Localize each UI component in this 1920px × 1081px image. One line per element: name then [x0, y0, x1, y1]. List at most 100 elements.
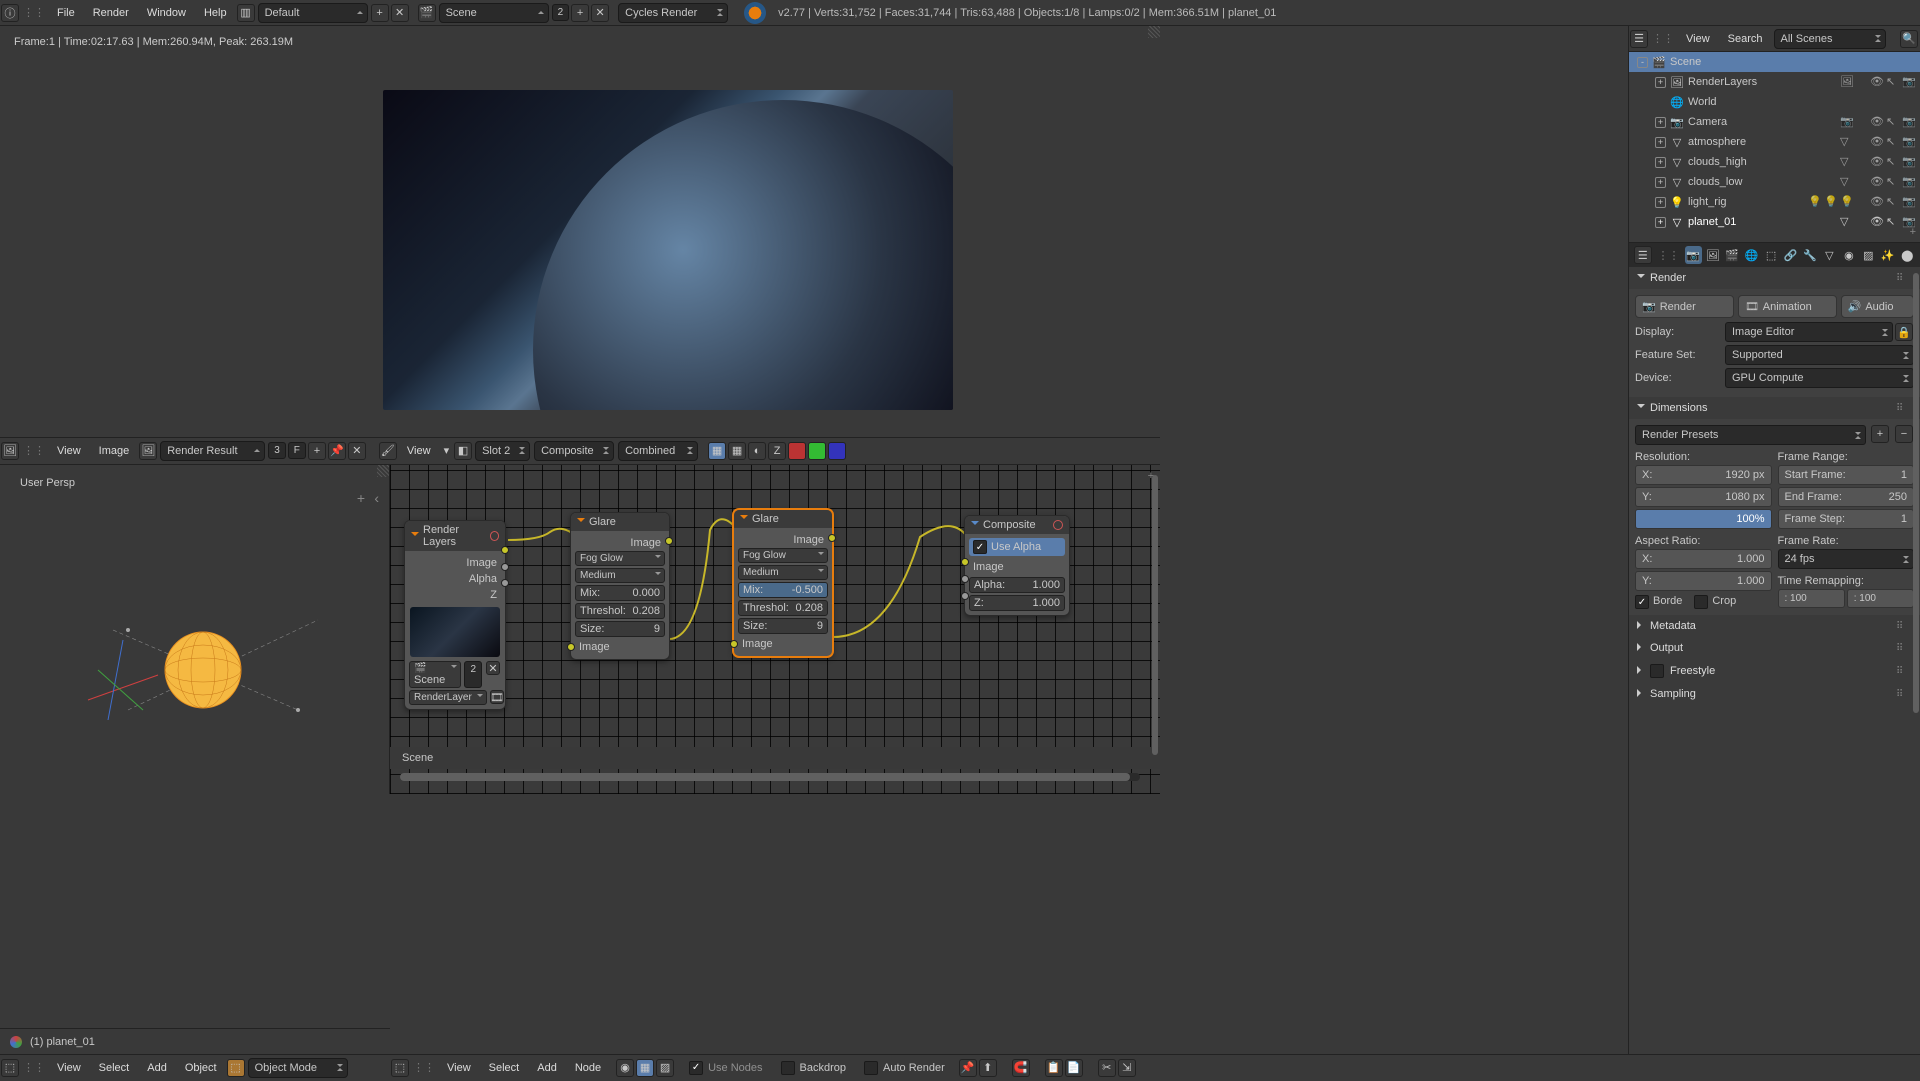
glare-quality-dropdown[interactable]: Medium	[738, 565, 828, 580]
res-y-field[interactable]: Y:1080 px	[1635, 487, 1772, 507]
pin-icon[interactable]: 📌	[959, 1059, 977, 1077]
remap-new-field[interactable]: : 100	[1847, 589, 1914, 608]
editor-type-icon[interactable]: ⬚	[391, 1059, 409, 1077]
mix-field[interactable]: Mix:-0.500	[738, 582, 828, 598]
node-glare-2[interactable]: Glare Image Fog Glow Medium Mix:-0.500 T…	[733, 509, 833, 657]
node-menu[interactable]: Node	[566, 1055, 610, 1081]
expand-icon[interactable]: +	[357, 490, 365, 506]
render-icon[interactable]: 📷	[1902, 135, 1916, 149]
scene-icon[interactable]: 🎬	[418, 4, 436, 22]
channel-rgba-icon[interactable]: ▦	[708, 442, 726, 460]
slot-dropdown[interactable]: Slot 2	[475, 441, 530, 461]
cursor-icon[interactable]: ↖	[1886, 115, 1900, 129]
outliner-item-camera[interactable]: +📷Camera📷👁↖📷	[1629, 112, 1920, 132]
size-field[interactable]: Size:9	[575, 621, 665, 637]
tab-material[interactable]: ◉	[1840, 246, 1857, 264]
mix-field[interactable]: Mix:0.000	[575, 585, 665, 601]
paste-icon[interactable]: 📄	[1065, 1059, 1083, 1077]
render-engine-dropdown[interactable]: Cycles Render	[618, 3, 728, 23]
panel-sampling-header[interactable]: Sampling⠿	[1629, 683, 1920, 705]
border-checkbox[interactable]	[1635, 595, 1649, 609]
drag-handle[interactable]: ⋮⋮	[1658, 249, 1680, 262]
drag-handle[interactable]: ⋮⋮	[23, 6, 45, 19]
glare-type-dropdown[interactable]: Fog Glow	[575, 551, 665, 566]
alpha-field[interactable]: Alpha:1.000	[969, 577, 1065, 593]
cursor-icon[interactable]: ↖	[1886, 75, 1900, 89]
panel-render-header[interactable]: Render⠿	[1629, 267, 1920, 289]
feature-set-dropdown[interactable]: Supported	[1725, 345, 1914, 365]
channel-g-icon[interactable]	[808, 442, 826, 460]
menu-render[interactable]: Render	[84, 0, 138, 26]
expand-toggle[interactable]: +	[1655, 117, 1666, 128]
outliner-item-planet_01[interactable]: +▽planet_01▽👁↖📷	[1629, 212, 1920, 232]
collapse-icon[interactable]	[577, 518, 585, 526]
texture-tree-icon[interactable]: ▨	[656, 1059, 674, 1077]
expand-toggle[interactable]: +	[1655, 217, 1666, 228]
eye-icon[interactable]: 👁	[1870, 135, 1884, 149]
view-menu[interactable]: View	[48, 1055, 90, 1081]
detach-icon[interactable]: ⇲	[1118, 1059, 1136, 1077]
eye-icon[interactable]: 👁	[1870, 215, 1884, 229]
copy-icon[interactable]: 📋	[1045, 1059, 1063, 1077]
editor-type-icon[interactable]: ⓘ	[1, 4, 19, 22]
tab-render-layers[interactable]: 🖼	[1704, 246, 1721, 264]
scene-dropdown[interactable]: Scene	[439, 3, 549, 23]
start-frame-field[interactable]: Start Frame:1	[1778, 465, 1915, 485]
view-menu[interactable]: View	[1677, 26, 1719, 52]
menu-file[interactable]: File	[48, 0, 84, 26]
res-percent-field[interactable]: 100%	[1635, 509, 1772, 529]
channel-z-icon[interactable]: Z	[768, 442, 786, 460]
filter-dropdown[interactable]: All Scenes	[1774, 29, 1886, 49]
tab-scene[interactable]: 🎬	[1723, 246, 1740, 264]
channel-b-icon[interactable]	[828, 442, 846, 460]
remove-preset-icon[interactable]: −	[1895, 425, 1913, 443]
use-alpha-checkbox[interactable]	[973, 540, 987, 554]
layout-dropdown[interactable]: Default	[258, 3, 368, 23]
panel-freestyle-header[interactable]: Freestyle⠿	[1629, 659, 1920, 683]
area-corner[interactable]: +	[1910, 226, 1916, 238]
pass-dropdown[interactable]: Combined	[618, 441, 698, 461]
add-layout-icon[interactable]: +	[371, 4, 389, 22]
tab-modifiers[interactable]: 🔧	[1801, 246, 1818, 264]
display-dropdown[interactable]: Image Editor	[1725, 322, 1893, 342]
socket-out[interactable]	[828, 534, 836, 542]
menu-window[interactable]: Window	[138, 0, 195, 26]
frame-step-field[interactable]: Frame Step:1	[1778, 509, 1915, 529]
backdrop-checkbox[interactable]	[781, 1061, 795, 1075]
animation-button[interactable]: 🎞 Animation	[1738, 295, 1837, 318]
viewport-3d[interactable]: User Persp ‹ +	[0, 464, 390, 794]
select-menu[interactable]: Select	[90, 1055, 139, 1081]
render-icon[interactable]: 📷	[1902, 75, 1916, 89]
unlink-icon[interactable]: 📌	[328, 442, 346, 460]
mode-icon[interactable]: ⬚	[227, 1059, 245, 1077]
shader-tree-icon[interactable]: ◉	[616, 1059, 634, 1077]
remove-scene-icon[interactable]: ✕	[591, 4, 609, 22]
render-icon[interactable]: 📷	[1902, 155, 1916, 169]
render-icon[interactable]: 📷	[1902, 195, 1916, 209]
tab-particles[interactable]: ✨	[1879, 246, 1896, 264]
outliner-item-clouds_high[interactable]: +▽clouds_high▽👁↖📷	[1629, 152, 1920, 172]
socket-out[interactable]	[501, 579, 509, 587]
lock-icon[interactable]: 🔒	[1895, 323, 1913, 341]
editor-type-icon[interactable]: ⬚	[1, 1059, 19, 1077]
frame-rate-dropdown[interactable]: 24 fps	[1778, 549, 1915, 569]
remap-old-field[interactable]: : 100	[1778, 589, 1845, 608]
tab-data[interactable]: ▽	[1821, 246, 1838, 264]
node-composite[interactable]: Composite Use Alpha Image Alpha:1.000 Z:…	[964, 515, 1070, 616]
eye-icon[interactable]: 👁	[1870, 75, 1884, 89]
drag-handle[interactable]: ⋮⋮	[23, 1061, 45, 1074]
menu-help[interactable]: Help	[195, 0, 236, 26]
image-menu[interactable]: Image	[90, 438, 139, 464]
mask-icon[interactable]: ◧	[454, 442, 472, 460]
crop-checkbox[interactable]	[1694, 595, 1708, 609]
expand-toggle[interactable]: +	[1655, 137, 1666, 148]
vertical-scrollbar[interactable]	[1152, 475, 1158, 755]
tab-texture[interactable]: ▨	[1860, 246, 1877, 264]
panel-dimensions-header[interactable]: Dimensions⠿	[1629, 397, 1920, 419]
editor-type-icon[interactable]: ☰	[1630, 30, 1648, 48]
view-menu[interactable]: View	[48, 438, 90, 464]
freestyle-checkbox[interactable]	[1650, 664, 1664, 678]
outliner-item-atmosphere[interactable]: +▽atmosphere▽👁↖📷	[1629, 132, 1920, 152]
tab-object[interactable]: ⬚	[1762, 246, 1779, 264]
go-parent-icon[interactable]: ⬆	[979, 1059, 997, 1077]
